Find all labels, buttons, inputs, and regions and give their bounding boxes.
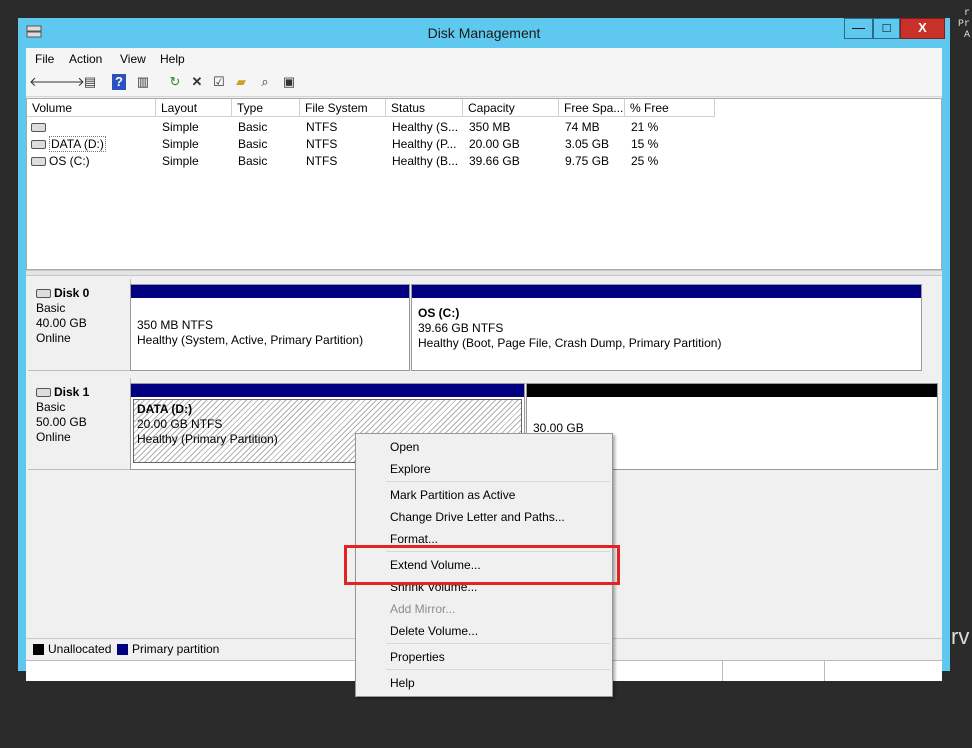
refresh-icon[interactable]: ↻ xyxy=(166,73,184,91)
menu-separator xyxy=(386,643,610,644)
menu-item-properties[interactable]: Properties xyxy=(390,646,445,668)
type-cell: Basic xyxy=(238,137,268,151)
properties-icon[interactable]: ☑ xyxy=(210,73,228,91)
column-header-file-system[interactable]: File System xyxy=(300,99,386,117)
partition-status: Healthy (System, Active, Primary Partiti… xyxy=(137,333,364,347)
column-header-status[interactable]: Status xyxy=(386,99,463,117)
open-icon[interactable]: ▰ xyxy=(232,73,250,91)
delete-icon[interactable]: ✕ xyxy=(188,73,206,91)
partition-system-reserved[interactable]: 350 MB NTFS Healthy (System, Active, Pri… xyxy=(130,284,410,371)
partition-title: DATA (D:) xyxy=(137,402,193,416)
status-cell: Healthy (B... xyxy=(392,154,459,168)
menu-separator xyxy=(386,669,610,670)
disk-0-label[interactable]: Disk 0 Basic 40.00 GB Online xyxy=(28,279,131,371)
volume-name-cell xyxy=(31,119,49,136)
drive-icon xyxy=(31,140,46,150)
menu-separator xyxy=(386,481,610,482)
type-cell: Basic xyxy=(238,120,268,134)
menu-item-add-mirror: Add Mirror... xyxy=(390,602,456,616)
status-cell: Healthy (S... xyxy=(392,120,459,134)
capacity-cell: 20.00 GB xyxy=(469,137,520,151)
window-title: Disk Management xyxy=(427,25,541,41)
legend-primary: Primary partition xyxy=(117,642,219,656)
table-row[interactable]: OS (C:) Simple Basic NTFS Healthy (B... … xyxy=(27,153,941,170)
volume-name-cell: OS (C:) xyxy=(31,153,90,170)
background-text: r Pr A xyxy=(957,8,970,41)
menu-help[interactable]: Help xyxy=(160,52,185,66)
type-cell: Basic xyxy=(238,154,268,168)
layout-cell: Simple xyxy=(162,154,199,168)
find-icon[interactable]: ⌕ xyxy=(256,73,274,91)
volume-list: Volume Layout Type File System Status Ca… xyxy=(26,98,942,270)
menu-action[interactable]: Action xyxy=(69,52,102,66)
menu-item-open[interactable]: Open xyxy=(390,436,419,458)
toolbar: 🡐 🡒 ▤ ? ▥ ↻ ✕ ☑ ▰ ⌕ ▣ xyxy=(26,70,942,97)
partition-size: 39.66 GB NTFS xyxy=(418,321,504,335)
partition-size: 350 MB NTFS xyxy=(137,318,214,332)
free-space-cell: 74 MB xyxy=(565,120,600,134)
table-row[interactable]: DATA (D:) Simple Basic NTFS Healthy (P..… xyxy=(27,136,941,153)
column-header-layout[interactable]: Layout xyxy=(156,99,232,117)
table-row[interactable]: Simple Basic NTFS Healthy (S... 350 MB 7… xyxy=(27,119,941,136)
file-system-cell: NTFS xyxy=(306,154,338,168)
disk-1-label[interactable]: Disk 1 Basic 50.00 GB Online xyxy=(28,378,131,470)
rescan-icon[interactable]: ▣ xyxy=(280,73,298,91)
volume-name-cell: DATA (D:) xyxy=(31,136,106,153)
status-cell: Healthy (P... xyxy=(392,137,457,151)
legend-unallocated: Unallocated xyxy=(33,642,111,656)
menu-file[interactable]: File xyxy=(35,52,54,66)
minimize-button[interactable]: — xyxy=(844,18,873,39)
column-header-percent-free[interactable]: % Free xyxy=(625,99,715,117)
drive-icon xyxy=(31,123,46,133)
menu-item-change-drive-letter[interactable]: Change Drive Letter and Paths... xyxy=(390,506,565,528)
menu-item-mark-active[interactable]: Mark Partition as Active xyxy=(390,484,515,506)
column-header-type[interactable]: Type xyxy=(232,99,300,117)
console-tree-icon[interactable]: ▤ xyxy=(81,73,99,91)
background-text: rv xyxy=(951,624,970,649)
file-system-cell: NTFS xyxy=(306,137,338,151)
file-system-cell: NTFS xyxy=(306,120,338,134)
drive-icon xyxy=(31,157,46,167)
menu-item-explore[interactable]: Explore xyxy=(390,458,431,480)
layout-cell: Simple xyxy=(162,137,199,151)
free-space-cell: 9.75 GB xyxy=(565,154,610,168)
menu-bar: File Action View Help xyxy=(26,48,942,70)
close-button[interactable]: X xyxy=(900,18,945,39)
help-icon[interactable]: ? xyxy=(112,74,126,90)
column-header-free-space[interactable]: Free Spa... xyxy=(559,99,625,117)
disk-icon xyxy=(36,388,51,398)
layout-cell: Simple xyxy=(162,120,199,134)
maximize-button[interactable]: □ xyxy=(873,18,900,39)
menu-item-help[interactable]: Help xyxy=(390,672,415,694)
partition-title: OS (C:) xyxy=(418,306,460,320)
annotation-highlight-box xyxy=(344,545,620,585)
back-arrow-icon[interactable]: 🡐 xyxy=(29,73,64,91)
partition-size: 20.00 GB NTFS xyxy=(137,417,223,431)
title-bar[interactable]: Disk Management — □ X xyxy=(18,18,950,48)
column-header-capacity[interactable]: Capacity xyxy=(463,99,559,117)
menu-view[interactable]: View xyxy=(120,52,146,66)
partition-os-c[interactable]: OS (C:) 39.66 GB NTFS Healthy (Boot, Pag… xyxy=(411,284,922,371)
capacity-cell: 350 MB xyxy=(469,120,511,134)
column-header-volume[interactable]: Volume xyxy=(27,99,156,117)
percent-free-cell: 21 % xyxy=(631,120,659,134)
menu-item-delete-volume[interactable]: Delete Volume... xyxy=(390,620,478,642)
forward-arrow-icon[interactable]: 🡒 xyxy=(50,73,85,91)
free-space-cell: 3.05 GB xyxy=(565,137,610,151)
percent-free-cell: 25 % xyxy=(631,154,659,168)
disk-icon xyxy=(36,289,51,299)
partition-status: Healthy (Boot, Page File, Crash Dump, Pr… xyxy=(418,336,722,350)
percent-free-cell: 15 % xyxy=(631,137,659,151)
properties-pane-icon[interactable]: ▥ xyxy=(134,73,152,91)
capacity-cell: 39.66 GB xyxy=(469,154,520,168)
